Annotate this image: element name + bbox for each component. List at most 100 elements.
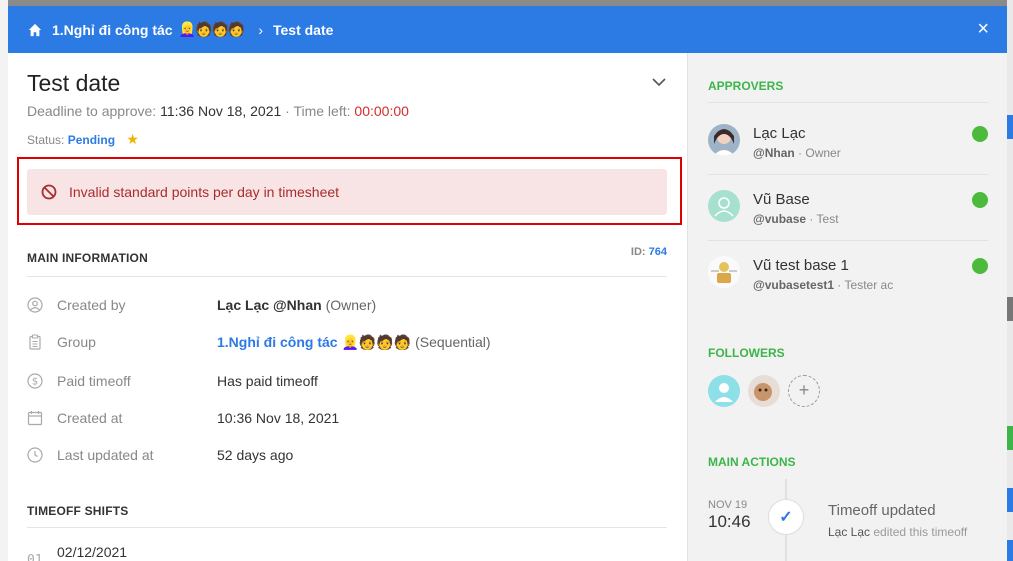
deadline-value: 11:36 Nov 18, 2021 — [160, 103, 282, 119]
avatar — [708, 256, 740, 288]
main-actions-heading: MAIN ACTIONS — [708, 455, 796, 469]
created-at-value: 10:36 Nov 18, 2021 — [217, 410, 340, 426]
deadline-line: Deadline to approve: 11:36 Nov 18, 2021 … — [27, 103, 409, 119]
approver-name: Vũ test base 1 — [753, 257, 849, 274]
time-left-value: 00:00:00 — [354, 103, 409, 119]
created-by-role: (Owner) — [325, 297, 377, 313]
time-left-label: · Time left: — [285, 103, 351, 119]
error-message: Invalid standard points per day in times… — [69, 184, 340, 200]
approver-name: Vũ Base — [753, 191, 810, 208]
approver-name: Lạc Lạc — [753, 125, 806, 142]
svg-text:$: $ — [32, 377, 38, 388]
sidebar-panel: APPROVERS Lạc Lạc @Nhan · Owner Vũ Base … — [687, 53, 1007, 561]
group-value: 1.Nghỉ đi công tác 👱‍♀️🧑🧑🧑 (Sequential) — [217, 334, 491, 351]
background-blue-marker — [1007, 540, 1013, 561]
breadcrumb-separator: › — [258, 21, 263, 38]
follower-avatar[interactable] — [748, 375, 780, 407]
add-follower-button[interactable]: + — [788, 375, 820, 407]
group-mode: (Sequential) — [415, 333, 491, 350]
approved-status-dot — [972, 192, 988, 208]
close-icon[interactable]: × — [977, 18, 989, 41]
approver-item[interactable]: Vũ test base 1 @vubasetest1 · Tester ac — [708, 240, 988, 306]
chevron-down-icon[interactable] — [652, 77, 666, 87]
info-row-created-by: Created by Lạc Lạc @Nhan (Owner) — [27, 295, 667, 315]
approved-status-dot — [972, 258, 988, 274]
paid-timeoff-value: Has paid timeoff — [217, 373, 318, 389]
status-label: Status: — [27, 133, 65, 147]
background-blue-marker — [1007, 488, 1013, 512]
breadcrumb-current: Test date — [272, 21, 334, 38]
followers-heading: FOLLOWERS — [708, 346, 785, 360]
status-line: Status: Pending ★ — [27, 131, 139, 148]
approver-role: · Test — [809, 212, 839, 226]
background-page-right — [1007, 0, 1013, 561]
background-page-left — [0, 0, 8, 561]
avatar — [708, 190, 740, 222]
request-main-pane: Test date Deadline to approve: 11:36 Nov… — [8, 53, 687, 561]
approver-meta: @vubase · Test — [753, 212, 839, 226]
id-label: ID: — [630, 246, 646, 258]
created-at-label: Created at — [57, 410, 123, 426]
error-alert: Invalid standard points per day in times… — [27, 169, 667, 215]
action-time: 10:46 — [708, 512, 751, 531]
background-green-marker — [1007, 426, 1013, 450]
calendar-icon — [27, 411, 43, 426]
timeoff-shifts-heading: TIMEOFF SHIFTS — [27, 504, 129, 518]
last-updated-label: Last updated at — [57, 447, 154, 463]
check-icon: ✓ — [768, 499, 804, 535]
created-by-value: Lạc Lạc @Nhan (Owner) — [217, 297, 376, 313]
group-link[interactable]: 1.Nghỉ đi công tác — [217, 334, 338, 350]
info-row-group: Group 1.Nghỉ đi công tác 👱‍♀️🧑🧑🧑 (Sequen… — [27, 332, 667, 352]
dollar-circle-icon: $ — [27, 373, 43, 389]
approver-role: · Tester ac — [837, 278, 894, 292]
shift-number: 01 — [27, 553, 43, 561]
section-divider — [27, 276, 667, 277]
breadcrumb-group[interactable]: 1.Nghỉ đi công tác — [52, 22, 173, 38]
star-icon[interactable]: ★ — [126, 131, 139, 147]
action-date: NOV 19 — [708, 499, 748, 511]
created-by-label: Created by — [57, 297, 126, 313]
approver-meta: @Nhan · Owner — [753, 146, 841, 160]
action-title: Timeoff updated — [828, 502, 936, 519]
group-label: Group — [57, 334, 96, 350]
approver-item[interactable]: Vũ Base @vubase · Test — [708, 174, 988, 240]
info-row-created-at: Created at 10:36 Nov 18, 2021 — [27, 408, 667, 428]
user-circle-icon — [27, 297, 43, 313]
action-description: edited this timeoff — [873, 525, 968, 539]
approvers-heading: APPROVERS — [708, 79, 784, 93]
info-row-last-updated: Last updated at 52 days ago — [27, 445, 667, 465]
status-badge: Pending — [67, 133, 116, 147]
request-detail-modal: 1.Nghỉ đi công tác 👱‍♀️🧑🧑🧑 › Test date ×… — [8, 6, 1007, 561]
action-actor[interactable]: Lạc Lạc — [828, 525, 870, 539]
main-information-heading: MAIN INFORMATION — [27, 251, 148, 265]
follower-avatar[interactable] — [708, 375, 740, 407]
ban-icon — [41, 184, 57, 200]
info-row-paid-timeoff: $ Paid timeoff Has paid timeoff — [27, 371, 667, 391]
section-divider — [27, 527, 667, 528]
request-id: ID: 764 — [631, 246, 667, 258]
approver-handle: @vubase — [753, 212, 807, 226]
background-gray-marker — [1007, 297, 1013, 321]
deadline-label: Deadline to approve: — [27, 103, 157, 119]
modal-header: 1.Nghỉ đi công tác 👱‍♀️🧑🧑🧑 › Test date × — [8, 6, 1007, 53]
approver-item[interactable]: Lạc Lạc @Nhan · Owner — [708, 108, 988, 174]
paid-timeoff-label: Paid timeoff — [57, 373, 131, 389]
approver-role: · Owner — [798, 146, 841, 160]
clipboard-icon — [29, 334, 41, 350]
created-by-name[interactable]: Lạc Lạc @Nhan — [217, 297, 322, 313]
last-updated-value: 52 days ago — [217, 447, 294, 463]
home-icon[interactable] — [28, 23, 42, 37]
approver-meta: @vubasetest1 · Tester ac — [753, 278, 893, 292]
group-emojis: 👱‍♀️🧑🧑🧑 — [341, 333, 412, 350]
shift-date: 02/12/2021 — [57, 544, 128, 560]
avatar — [708, 124, 740, 156]
action-detail: Lạc Lạc edited this timeoff — [828, 525, 967, 539]
clock-icon — [27, 447, 43, 463]
background-blue-marker — [1007, 115, 1013, 139]
breadcrumb-emojis: 👱‍♀️🧑🧑🧑 — [178, 21, 246, 37]
approved-status-dot — [972, 126, 988, 142]
id-value[interactable]: 764 — [649, 246, 667, 258]
page-title: Test date — [27, 70, 121, 96]
section-divider — [708, 102, 988, 103]
approver-handle: @vubasetest1 — [753, 278, 835, 292]
